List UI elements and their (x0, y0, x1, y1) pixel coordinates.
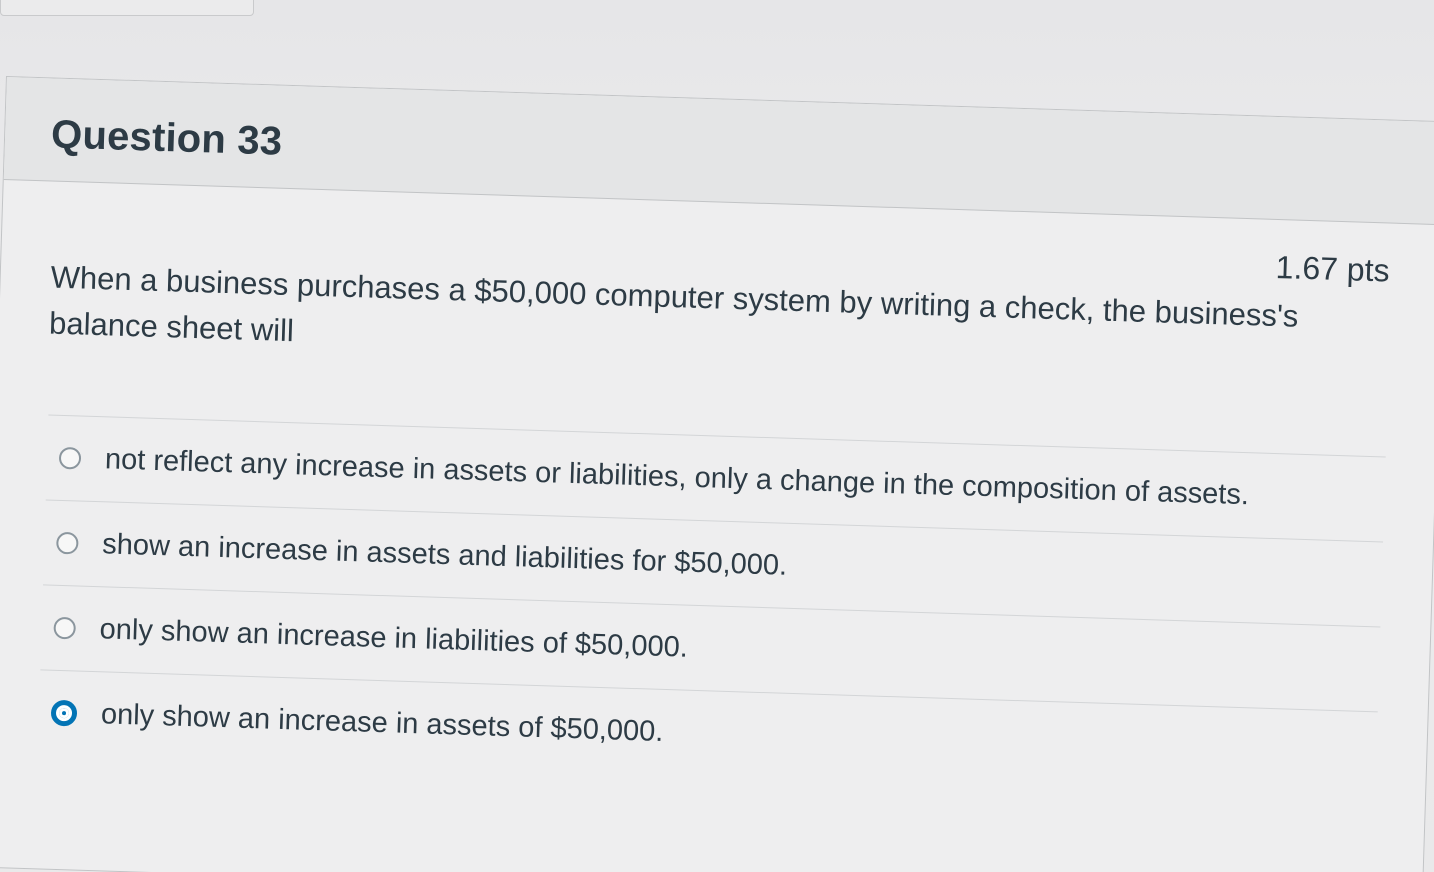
answer-label[interactable]: only show an increase in assets of $50,0… (100, 698, 664, 749)
previous-question-card (0, 0, 254, 16)
answer-label[interactable]: not reflect any increase in assets or li… (104, 443, 1250, 512)
radio-button[interactable] (56, 531, 79, 555)
question-points: 1.67 pts (1275, 248, 1391, 289)
radio-button[interactable] (58, 446, 82, 470)
radio-button[interactable] (53, 616, 77, 640)
radio-button-selected[interactable] (50, 699, 78, 727)
question-header: Question 33 (3, 77, 1434, 226)
answer-list: not reflect any increase in assets or li… (37, 414, 1386, 797)
question-title: Question 33 (50, 112, 283, 164)
answer-label[interactable]: show an increase in assets and liabiliti… (102, 528, 788, 583)
answer-label[interactable]: only show an increase in liabilities of … (99, 613, 688, 664)
quiz-page: Question 33 1.67 pts When a business pur… (0, 0, 1434, 872)
question-text: When a business purchases a $50,000 comp… (48, 259, 1299, 349)
question-card: Question 33 1.67 pts When a business pur… (0, 76, 1434, 872)
